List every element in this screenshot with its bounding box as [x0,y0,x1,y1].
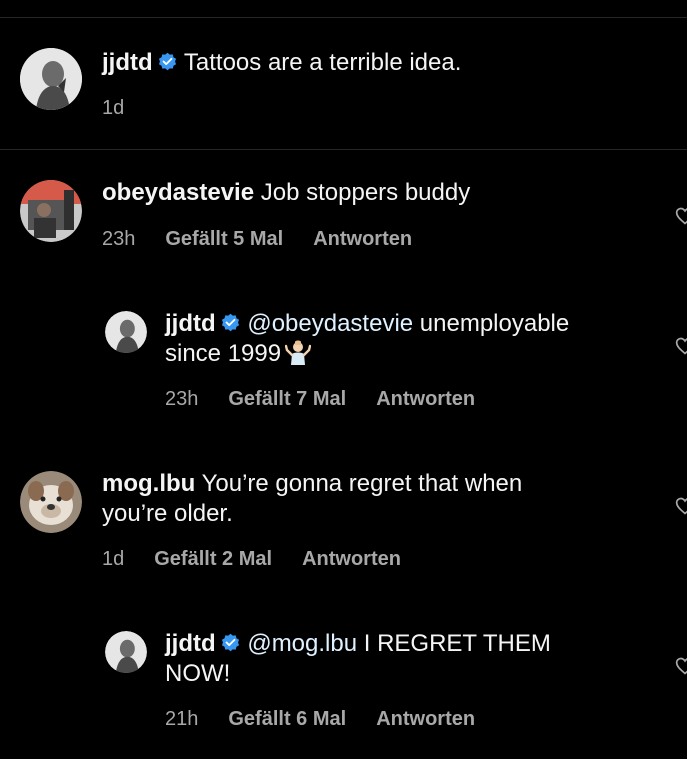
comment-text: Tattoos are a terrible idea. [183,49,462,76]
comment-text-line2: you’re older. [102,500,233,527]
person-shrugging-icon [285,340,312,365]
comment-text-line1: You’re gonna regret that when [201,470,523,497]
heart-icon[interactable] [675,656,687,676]
comment-meta: 1d [102,96,154,120]
timestamp: 1d [102,548,125,570]
top-divider [0,17,687,18]
comment-meta: 23h Gefällt 5 Mal Antworten [102,227,442,251]
mention-link[interactable]: @obeydastevie [247,310,413,337]
avatar[interactable] [20,471,82,533]
comment-text-line1: I REGRET THEM [363,630,551,657]
verified-badge-icon [158,52,176,71]
likes-count-link[interactable]: Gefällt 7 Mal [228,388,346,410]
avatar[interactable] [20,48,82,110]
username[interactable]: mog.lbu [102,470,195,497]
comment-body: jjdtd @obeydastevie unemployable since 1… [165,309,569,369]
avatar[interactable] [20,180,82,242]
username[interactable]: jjdtd [165,630,216,657]
avatar[interactable] [105,631,147,673]
comment-body: jjdtd @mog.lbu I REGRET THEM NOW! [165,629,551,689]
comment-text: Job stoppers buddy [260,179,471,206]
heart-icon[interactable] [675,206,687,226]
reply-button[interactable]: Antworten [376,708,475,730]
comment-meta: 21h Gefällt 6 Mal Antworten [165,707,505,731]
likes-count-link[interactable]: Gefällt 6 Mal [228,708,346,730]
caption-divider [0,149,687,150]
comment-meta: 23h Gefällt 7 Mal Antworten [165,387,505,411]
mention-link[interactable]: @mog.lbu [247,630,357,657]
username[interactable]: jjdtd [165,310,216,337]
timestamp: 1d [102,97,125,119]
reply-button[interactable]: Antworten [302,548,401,570]
likes-count-link[interactable]: Gefällt 2 Mal [154,548,272,570]
username[interactable]: jjdtd [102,49,153,76]
heart-icon[interactable] [675,496,687,516]
comment-body: obeydastevie Job stoppers buddy [102,178,470,208]
comment-text-line2: NOW! [165,660,231,687]
heart-icon[interactable] [675,336,687,356]
timestamp: 23h [102,228,136,250]
username[interactable]: obeydastevie [102,179,254,206]
comment-body: jjdtd Tattoos are a terrible idea. [102,48,461,78]
comment-meta: 1d Gefällt 2 Mal Antworten [102,547,431,571]
likes-count-link[interactable]: Gefällt 5 Mal [165,228,283,250]
reply-button[interactable]: Antworten [313,228,412,250]
verified-badge-icon [221,633,239,652]
comment-body: mog.lbu You’re gonna regret that when yo… [102,469,522,529]
comment-text-line2: since 1999 [165,340,282,367]
verified-badge-icon [221,313,239,332]
timestamp: 23h [165,388,199,410]
comment-text-line1: unemployable [419,310,570,337]
timestamp: 21h [165,708,199,730]
reply-button[interactable]: Antworten [376,388,475,410]
avatar[interactable] [105,311,147,353]
